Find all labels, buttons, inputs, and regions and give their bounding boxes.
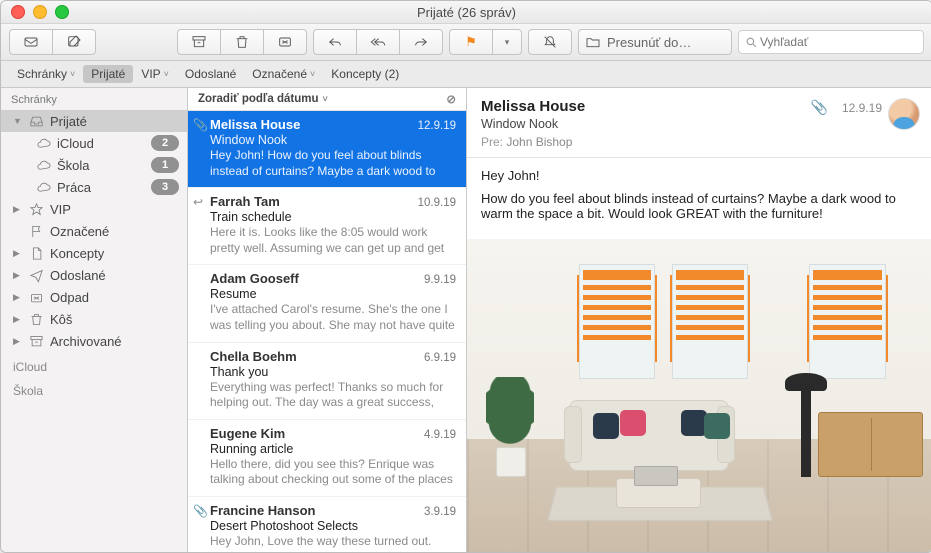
sidebar-item-icloud[interactable]: iCloud 2 bbox=[1, 132, 187, 154]
disclosure-triangle-icon[interactable]: ▶ bbox=[13, 204, 22, 215]
disclosure-triangle-icon[interactable]: ▶ bbox=[13, 314, 22, 325]
message-row[interactable]: Eugene Kim4.9.19 Running article Hello t… bbox=[188, 420, 466, 497]
sidebar-header: Schránky bbox=[1, 88, 187, 110]
archive-button[interactable] bbox=[177, 29, 220, 55]
chevron-down-icon: ˅ bbox=[310, 69, 315, 79]
search-field[interactable] bbox=[738, 30, 924, 54]
message-header: 📎 Melissa House 12.9.19 Window Nook Pre:… bbox=[467, 88, 931, 158]
sidebar-item-work[interactable]: Práca 3 bbox=[1, 176, 187, 198]
wifi-sync-icon: ⊘ bbox=[446, 92, 456, 106]
window-zoom-button[interactable] bbox=[55, 5, 69, 19]
get-mail-button[interactable] bbox=[9, 29, 52, 55]
disclosure-triangle-icon[interactable]: ▶ bbox=[13, 270, 22, 281]
flag-icon bbox=[28, 223, 44, 239]
reply-button[interactable] bbox=[313, 29, 356, 55]
disclosure-triangle-icon[interactable]: ▶ bbox=[13, 248, 22, 259]
message-subject: Window Nook bbox=[481, 117, 918, 131]
favbar-item-drafts[interactable]: Koncepty (2) bbox=[323, 65, 407, 83]
chevron-down-icon: ˅ bbox=[70, 69, 75, 79]
message-row[interactable]: 📎 Francine Hanson3.9.19 Desert Photoshoo… bbox=[188, 497, 466, 552]
message-to: Pre: John Bishop bbox=[481, 135, 918, 149]
cloud-icon bbox=[35, 135, 51, 151]
sidebar-item-archive[interactable]: ▶ Archivované bbox=[1, 330, 187, 352]
chevron-down-icon: ˅ bbox=[322, 94, 327, 104]
move-to-label: Presunúť do… bbox=[607, 35, 725, 50]
move-to-button[interactable]: Presunúť do… bbox=[578, 29, 732, 55]
reader-pane: 📎 Melissa House 12.9.19 Window Nook Pre:… bbox=[467, 88, 931, 552]
inbox-icon bbox=[28, 113, 44, 129]
favbar-item-mailboxes[interactable]: Schránky˅ bbox=[9, 65, 83, 83]
paperplane-icon bbox=[28, 267, 44, 283]
disclosure-triangle-icon[interactable]: ▶ bbox=[13, 336, 22, 347]
titlebar: Prijaté (26 správ) bbox=[1, 1, 931, 24]
sidebar: Schránky ▼ Prijaté iCloud 2 Škola 1 Prác… bbox=[1, 88, 188, 552]
favbar-item-inbox[interactable]: Prijaté bbox=[83, 65, 133, 83]
flag-icon: ⚑ bbox=[465, 34, 477, 50]
message-row[interactable]: Chella Boehm6.9.19 Thank you Everything … bbox=[188, 343, 466, 420]
sidebar-item-junk[interactable]: ▶ Odpad bbox=[1, 286, 187, 308]
reply-all-button[interactable] bbox=[356, 29, 399, 55]
search-input[interactable] bbox=[758, 34, 917, 50]
unread-badge: 3 bbox=[151, 179, 179, 195]
junk-button[interactable] bbox=[263, 29, 307, 55]
sidebar-item-flagged[interactable]: Označené bbox=[1, 220, 187, 242]
attachment-image[interactable] bbox=[467, 239, 931, 552]
disclosure-triangle-icon[interactable]: ▼ bbox=[13, 116, 22, 126]
sidebar-account-icloud[interactable]: iCloud bbox=[1, 352, 187, 376]
favorites-bar: Schránky˅ Prijaté VIP˅ Odoslané Označené… bbox=[1, 61, 931, 88]
sidebar-item-vip[interactable]: ▶ VIP bbox=[1, 198, 187, 220]
toolbar: ⚑ ▾ Presunúť do… bbox=[1, 24, 931, 61]
compose-button[interactable] bbox=[52, 29, 96, 55]
forward-button[interactable] bbox=[399, 29, 443, 55]
mute-button[interactable] bbox=[528, 29, 572, 55]
window-close-button[interactable] bbox=[11, 5, 25, 19]
sort-label: Zoradiť podľa dátumu bbox=[198, 93, 318, 105]
search-icon bbox=[745, 36, 758, 49]
delete-button[interactable] bbox=[220, 29, 263, 55]
message-date: 12.9.19 bbox=[842, 101, 882, 115]
message-row[interactable]: Adam Gooseff9.9.19 Resume I've attached … bbox=[188, 265, 466, 342]
unread-badge: 1 bbox=[151, 157, 179, 173]
window-title: Prijaté (26 správ) bbox=[1, 5, 931, 20]
attachment-icon: 📎 bbox=[811, 99, 828, 116]
cloud-icon bbox=[35, 157, 51, 173]
trash-icon bbox=[28, 311, 44, 327]
disclosure-triangle-icon[interactable]: ▶ bbox=[13, 292, 22, 303]
chevron-down-icon: ▾ bbox=[505, 37, 510, 48]
attachment-icon: 📎 bbox=[193, 118, 208, 132]
unread-badge: 2 bbox=[151, 135, 179, 151]
message-list-scroll[interactable]: 📎 Melissa House12.9.19 Window Nook Hey J… bbox=[188, 111, 466, 552]
sort-header[interactable]: Zoradiť podľa dátumu ˅ ⊘ bbox=[188, 88, 466, 111]
sidebar-item-drafts[interactable]: ▶ Koncepty bbox=[1, 242, 187, 264]
message-row[interactable]: 📎 Melissa House12.9.19 Window Nook Hey J… bbox=[188, 111, 466, 188]
favbar-item-vip[interactable]: VIP˅ bbox=[133, 65, 177, 83]
sidebar-item-school[interactable]: Škola 1 bbox=[1, 154, 187, 176]
message-list: Zoradiť podľa dátumu ˅ ⊘ 📎 Melissa House… bbox=[188, 88, 467, 552]
attachment-icon: 📎 bbox=[193, 504, 208, 518]
favbar-item-flagged[interactable]: Označené˅ bbox=[244, 65, 323, 83]
archive-icon bbox=[28, 333, 44, 349]
document-icon bbox=[28, 245, 44, 261]
sidebar-account-school[interactable]: Škola bbox=[1, 376, 187, 400]
junk-icon bbox=[28, 289, 44, 305]
flag-menu-button[interactable]: ▾ bbox=[492, 29, 522, 55]
cloud-icon bbox=[35, 179, 51, 195]
folder-icon bbox=[585, 34, 601, 50]
flag-button[interactable]: ⚑ bbox=[449, 29, 492, 55]
window-minimize-button[interactable] bbox=[33, 5, 47, 19]
sidebar-item-inbox[interactable]: ▼ Prijaté bbox=[1, 110, 187, 132]
sidebar-item-trash[interactable]: ▶ Kôš bbox=[1, 308, 187, 330]
message-body: Hey John! How do you feel about blinds i… bbox=[467, 158, 931, 239]
chevron-down-icon: ˅ bbox=[164, 69, 169, 79]
replied-icon: ↩ bbox=[193, 195, 203, 209]
sender-avatar[interactable] bbox=[888, 98, 920, 130]
star-icon bbox=[28, 201, 44, 217]
message-row[interactable]: ↩ Farrah Tam10.9.19 Train schedule Here … bbox=[188, 188, 466, 265]
sidebar-item-sent[interactable]: ▶ Odoslané bbox=[1, 264, 187, 286]
favbar-item-sent[interactable]: Odoslané bbox=[177, 65, 244, 83]
